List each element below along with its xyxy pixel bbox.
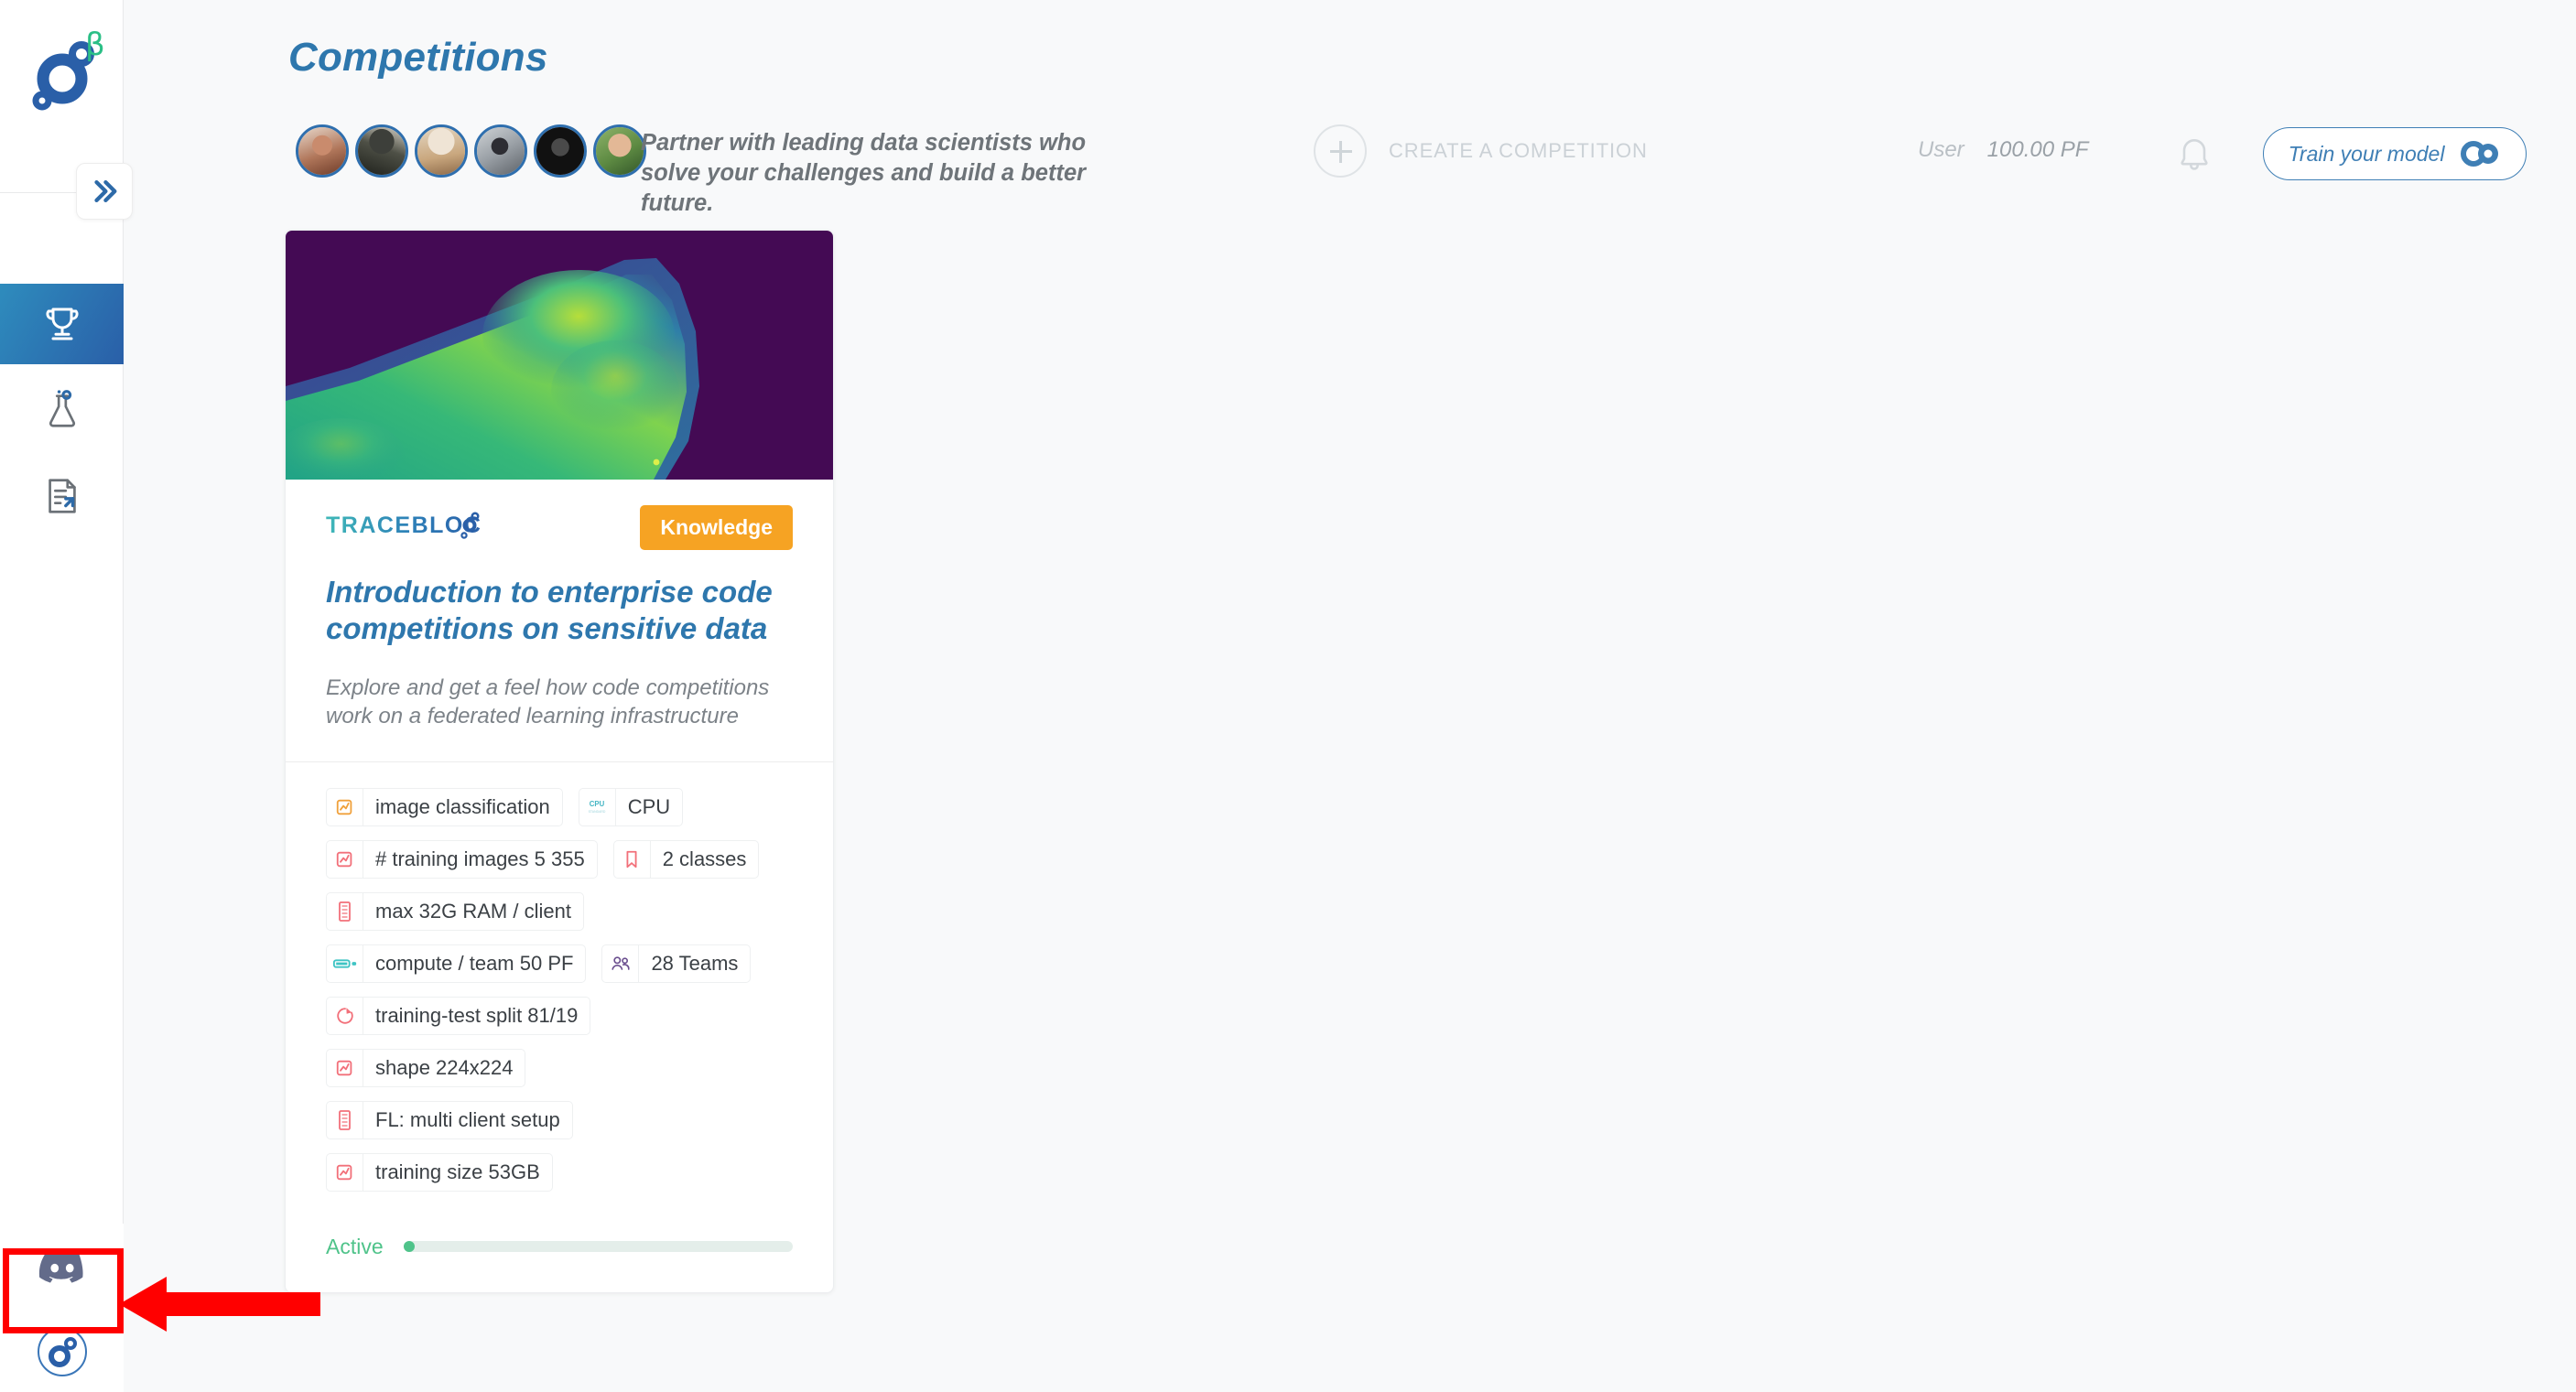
partner-avatars	[296, 124, 653, 178]
tag-label: 28 Teams	[651, 951, 739, 975]
chart-red-icon	[327, 1049, 363, 1086]
svg-text:STANDARD: STANDARD	[589, 810, 606, 814]
create-competition-button[interactable]: CREATE A COMPETITION	[1314, 124, 1648, 178]
tracebloc-circle-icon	[37, 1327, 87, 1376]
mammogram-heatmap-icon	[286, 231, 833, 480]
tag-label: FL: multi client setup	[375, 1107, 560, 1131]
competition-card-body: TRACEBLOC Knowledge Introduction to ente…	[286, 480, 833, 761]
competition-card-image	[286, 231, 833, 480]
flask-icon	[49, 390, 75, 427]
page-title: Competitions	[288, 35, 548, 80]
cpu-icon: CPU STANDARD	[579, 788, 616, 825]
competition-title: Introduction to enterprise code competit…	[326, 575, 773, 646]
competition-card-header: TRACEBLOC Knowledge	[326, 505, 793, 550]
tag-item: CPU STANDARD CPU	[578, 787, 684, 826]
bell-icon	[2181, 139, 2208, 170]
tag-item: FL: multi client setup	[326, 1100, 573, 1139]
tag-item: shape 224x224	[326, 1048, 526, 1087]
sidebar: β	[0, 0, 133, 1392]
battery-icon	[327, 944, 363, 982]
competition-status: Active	[286, 1205, 833, 1292]
avatar[interactable]	[534, 124, 587, 178]
tag-item: image classification	[326, 787, 563, 826]
user-label: User	[1918, 137, 1964, 162]
document-export-icon	[48, 479, 76, 513]
avatar[interactable]	[415, 124, 468, 178]
discord-icon	[38, 1250, 83, 1283]
tag-label: shape 224x224	[375, 1055, 514, 1079]
tag-label: max 32G RAM / client	[375, 899, 571, 923]
ram-icon	[327, 892, 363, 930]
chevron-double-right-icon	[94, 179, 117, 203]
tag-label: # training images 5 355	[375, 847, 585, 870]
create-competition-label: CREATE A COMPETITION	[1389, 139, 1648, 162]
tag-label: training-test split 81/19	[375, 1003, 579, 1027]
tag-item: 2 classes	[612, 839, 760, 879]
main-content: Competitions Partner with leading data s…	[124, 0, 2576, 1392]
tracebloc-brand: TRACEBLOC	[326, 505, 482, 540]
header-tagline: Partner with leading data scientists who…	[641, 130, 1087, 217]
beta-label: β	[85, 27, 105, 63]
app-root: β Competitions Partner with leading data…	[0, 0, 2576, 1392]
tag-label: CPU	[627, 794, 671, 818]
chart-red-icon	[327, 840, 363, 878]
user-balance: User 100.00 PF	[1918, 137, 2088, 163]
avatar[interactable]	[474, 124, 527, 178]
train-your-model-button[interactable]: Train your model	[2263, 127, 2527, 180]
competition-card[interactable]: TRACEBLOC Knowledge Introduction to ente…	[285, 230, 834, 1293]
sidebar-nav	[0, 284, 124, 536]
avatar[interactable]	[355, 124, 408, 178]
avatar[interactable]	[296, 124, 349, 178]
train-your-model-label: Train your model	[2288, 141, 2445, 166]
trophy-icon	[45, 308, 79, 340]
plus-circle-icon	[1314, 124, 1367, 178]
status-progress-bar	[403, 1241, 793, 1253]
tag-item: max 32G RAM / client	[326, 891, 584, 931]
sidebar-item-documentation[interactable]	[0, 456, 124, 536]
sidebar-user-avatar[interactable]	[0, 1311, 124, 1392]
tracebloc-brand-icon	[460, 512, 480, 539]
tracebloc-logo[interactable]	[0, 20, 124, 130]
bookmark-icon	[614, 840, 651, 878]
tag-item: 28 Teams	[601, 944, 752, 983]
chart-red-icon	[327, 1153, 363, 1191]
competition-type-badge: Knowledge	[640, 505, 793, 550]
ram-icon	[327, 1101, 363, 1138]
user-pf-balance: 100.00 PF	[1986, 137, 2089, 162]
sidebar-bottom	[0, 1224, 124, 1392]
competition-tags: image classification CPU STANDARD CPU # …	[286, 762, 833, 1205]
status-badge: Active	[326, 1234, 384, 1258]
people-icon	[602, 944, 640, 982]
chart-orange-icon	[327, 788, 363, 825]
tag-item: compute / team 50 PF	[326, 944, 587, 983]
tag-label: image classification	[375, 794, 550, 818]
avatar[interactable]	[593, 124, 646, 178]
tag-item: training size 53GB	[326, 1152, 553, 1192]
colab-icon	[2461, 141, 2499, 167]
sidebar-item-experiments[interactable]	[0, 370, 124, 450]
competition-description: Explore and get a feel how code competit…	[326, 674, 770, 728]
notifications-button[interactable]	[2174, 134, 2214, 178]
tag-label: 2 classes	[662, 847, 747, 870]
tag-label: compute / team 50 PF	[375, 951, 574, 975]
tag-item: # training images 5 355	[326, 839, 598, 879]
pie-split-icon	[327, 997, 363, 1034]
svg-text:CPU: CPU	[590, 800, 605, 808]
sidebar-item-competitions[interactable]	[0, 284, 124, 364]
top-bar: Partner with leading data scientists who…	[124, 117, 2576, 216]
tag-item: training-test split 81/19	[326, 996, 591, 1035]
tag-label: training size 53GB	[375, 1160, 540, 1183]
sidebar-collapse-button[interactable]	[76, 163, 133, 220]
status-progress-fill	[403, 1241, 415, 1253]
sidebar-item-discord[interactable]	[0, 1224, 124, 1311]
